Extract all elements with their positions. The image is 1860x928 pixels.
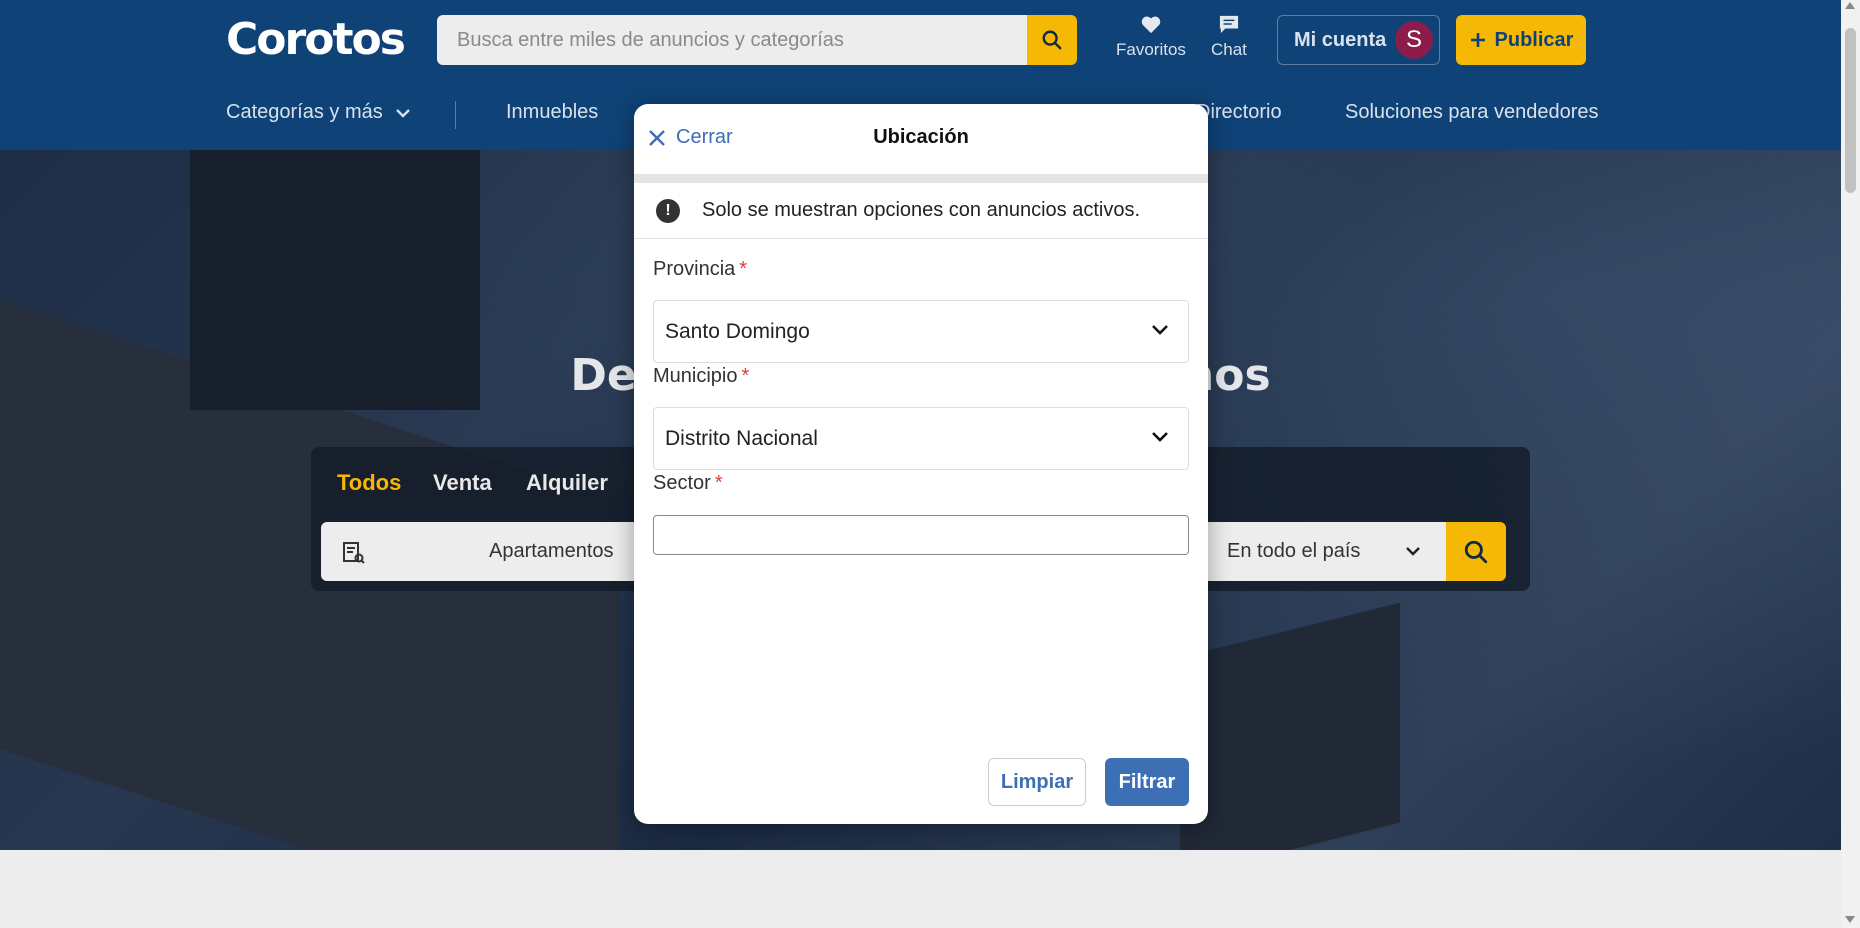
scroll-down-arrow[interactable] <box>1845 916 1855 923</box>
municipality-select[interactable]: Distrito Nacional <box>653 407 1189 470</box>
municipality-label: Municipio * <box>653 365 750 387</box>
municipality-value: Distrito Nacional <box>665 426 818 450</box>
chat-bubble-icon <box>1219 15 1239 34</box>
close-label: Cerrar <box>676 126 733 148</box>
location-select[interactable]: En todo el país <box>1227 540 1360 563</box>
notice-text: Solo se muestran opciones con anuncios a… <box>702 199 1141 221</box>
sector-input[interactable] <box>653 515 1189 555</box>
close-button[interactable]: Cerrar <box>648 126 733 149</box>
page-scrollbar[interactable] <box>1841 0 1860 928</box>
location-modal: Cerrar Ubicación ! Solo se muestran opci… <box>634 104 1208 824</box>
my-account-button[interactable]: Mi cuenta S <box>1277 15 1440 65</box>
publish-button[interactable]: Publicar <box>1456 15 1586 65</box>
chevron-down-icon <box>1152 325 1168 335</box>
nav-item-directorio[interactable]: Directorio <box>1196 101 1282 124</box>
search-placeholder: Busca entre miles de anuncios y categorí… <box>457 28 844 51</box>
modal-divider <box>634 174 1208 183</box>
nav-item-soluciones[interactable]: Soluciones para vendedores <box>1345 101 1599 124</box>
page-content-area <box>0 850 1841 928</box>
sector-label: Sector * <box>653 472 723 494</box>
province-label: Provincia * <box>653 258 748 280</box>
heart-icon <box>1141 16 1161 34</box>
nav-divider <box>455 101 456 129</box>
plus-icon <box>1470 33 1485 47</box>
modal-header: Cerrar Ubicación <box>634 104 1208 174</box>
favorites-button[interactable]: Favoritos <box>1116 14 1186 60</box>
tab-alquiler[interactable]: Alquiler <box>526 470 608 496</box>
favorites-label: Favoritos <box>1116 40 1186 59</box>
province-select[interactable]: Santo Domingo <box>653 300 1189 363</box>
required-mark: * <box>739 258 748 280</box>
avatar: S <box>1395 21 1433 59</box>
clear-button[interactable]: Limpiar <box>988 758 1086 806</box>
active-listings-notice: ! Solo se muestran opciones con anuncios… <box>634 183 1208 239</box>
chevron-down-icon <box>395 108 410 118</box>
required-mark: * <box>741 365 750 387</box>
publish-label: Publicar <box>1494 28 1574 51</box>
header-search-button[interactable] <box>1027 15 1077 65</box>
nav-categories-label: Categorías y más <box>226 101 383 123</box>
category-select[interactable]: Apartamentos <box>489 540 614 563</box>
account-label: Mi cuenta <box>1294 28 1387 51</box>
chevron-down-icon <box>1406 547 1420 556</box>
chat-button[interactable]: Chat <box>1211 14 1247 60</box>
required-mark: * <box>714 472 723 494</box>
search-icon <box>1042 30 1062 50</box>
chat-label: Chat <box>1211 40 1247 59</box>
chevron-down-icon <box>1152 432 1168 442</box>
province-value: Santo Domingo <box>665 319 810 343</box>
tab-todos[interactable]: Todos <box>337 470 401 496</box>
hero-search-button[interactable] <box>1446 522 1506 581</box>
close-icon <box>649 129 665 146</box>
scroll-thumb[interactable] <box>1845 28 1856 193</box>
tab-venta[interactable]: Venta <box>433 470 492 496</box>
scroll-up-arrow[interactable] <box>1845 2 1855 9</box>
corotos-logo[interactable]: Corotos <box>226 14 406 65</box>
nav-item-inmuebles[interactable]: Inmuebles <box>506 101 598 124</box>
building-list-icon <box>343 542 365 564</box>
exclamation-icon: ! <box>656 198 680 223</box>
nav-categories-dropdown[interactable]: Categorías y más <box>226 101 411 124</box>
search-icon <box>1464 540 1488 563</box>
filter-button[interactable]: Filtrar <box>1105 758 1189 806</box>
header-search-input[interactable]: Busca entre miles de anuncios y categorí… <box>437 15 1027 65</box>
